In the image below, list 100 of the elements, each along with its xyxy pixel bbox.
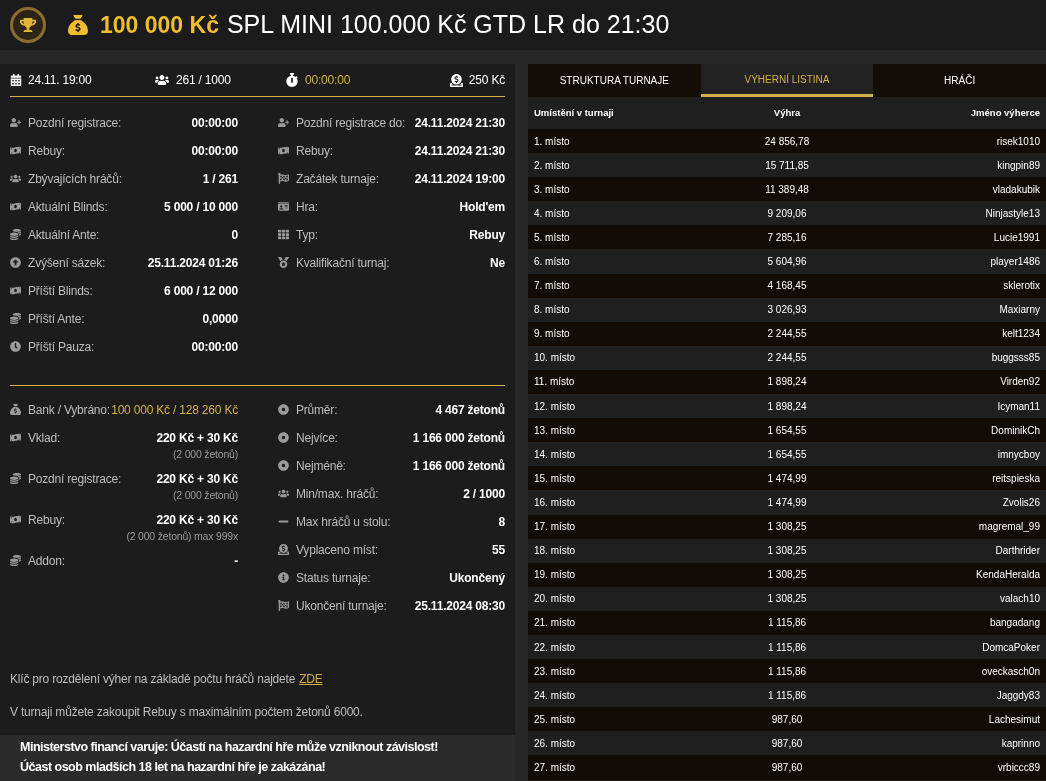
- player-count: 261 / 1000: [176, 72, 231, 89]
- table-cell-text: 1 898,24: [766, 399, 808, 414]
- detail-label: Min/max. hráčů:: [296, 486, 379, 503]
- table-cell-text: 1 898,24: [766, 375, 808, 390]
- table-cell-text: 1 654,55: [766, 423, 808, 438]
- table-cell-text: 987,60: [770, 761, 804, 775]
- column-header: Umístění v turnaji: [534, 105, 615, 120]
- table-cell-text: 1 115,86: [766, 688, 808, 703]
- table-cell-text: vladakubik: [991, 182, 1040, 197]
- table-cell-text: 24 856,78: [763, 134, 811, 149]
- users-icon: [10, 173, 21, 184]
- table-cell-text: 1 474,99: [766, 471, 808, 486]
- detail-value: 0: [231, 227, 238, 244]
- users-icon: [278, 488, 289, 499]
- table-cell-text: 16. místo: [534, 495, 577, 510]
- start-time: 24.11. 19:00: [28, 72, 92, 89]
- detail-value: 24.11.2024 21:30: [414, 115, 505, 132]
- detail-label: Průměr:: [296, 402, 338, 419]
- warning-text: Ministerstvo financí varuje: Účastí na hazardní hře může vzniknout závislost!: [20, 738, 439, 756]
- table-cell-text: imnycboy: [996, 447, 1040, 462]
- tab[interactable]: VÝHERNÍ LISTINA: [700, 64, 874, 97]
- users-icon: [155, 74, 169, 86]
- detail-value: Hold'em: [459, 199, 505, 216]
- table-cell-text: 9 209,06: [766, 206, 808, 221]
- table-cell-text: 23. místo: [534, 664, 577, 679]
- detail-label: Příští Pauza:: [28, 339, 95, 356]
- table-cell-text: 21. místo: [534, 616, 577, 631]
- tab[interactable]: STRUKTURA TURNAJE: [528, 64, 701, 97]
- buyin-amount: 250 Kč: [468, 72, 505, 89]
- chip-icon: [278, 460, 289, 471]
- user-plus-icon: [278, 117, 289, 128]
- table-cell-text: 14. místo: [534, 447, 577, 462]
- detail-label: Příští Ante:: [28, 311, 85, 328]
- table-cell-text: 7. místo: [534, 279, 571, 294]
- money-icon: [10, 514, 21, 525]
- table-cell-text: 4. místo: [534, 206, 571, 221]
- detail-value: 1 / 261: [202, 171, 238, 188]
- table-cell-text: buggsss85: [990, 351, 1040, 366]
- table-cell-text: 2. místo: [534, 158, 571, 173]
- detail-label: Addon:: [28, 553, 65, 570]
- table-cell-text: 1 654,55: [766, 447, 808, 462]
- detail-value: 2 / 1000: [463, 486, 505, 503]
- table-cell-text: 11 389,48: [764, 182, 810, 197]
- table-cell-text: 3. místo: [534, 182, 571, 197]
- flag-icon: [278, 173, 289, 184]
- detail-label: Nejvíce:: [296, 430, 338, 447]
- detail-label: Max hráčů u stolu:: [296, 514, 391, 531]
- coin-icon: [10, 313, 21, 324]
- detail-label: Rebuy:: [296, 143, 333, 160]
- detail-value: Ukončený: [449, 570, 505, 587]
- table-cell-text: 5. místo: [534, 230, 571, 245]
- user-plus-icon: [10, 117, 21, 128]
- table-cell-text: 1 115,86: [766, 616, 808, 631]
- detail-value: 1 166 000 žetonů: [412, 458, 505, 475]
- money-icon: [10, 285, 21, 296]
- detail-value: -: [234, 553, 238, 570]
- coin-icon: [10, 473, 21, 484]
- table-cell-text: 18. místo: [534, 544, 577, 559]
- table-cell-text: sklerotix: [1002, 279, 1040, 294]
- detail-label: Rebuy:: [28, 143, 65, 160]
- warning-text: Účast osob mladších 18 let na hazardní hře je zakázána!: [20, 758, 327, 776]
- table-cell-text: 1 115,86: [766, 664, 808, 679]
- calendar-icon: [10, 74, 22, 86]
- table-cell-text: oveckasch0n: [980, 664, 1040, 679]
- table-cell-text: 987,60: [770, 736, 804, 751]
- detail-value: 6 000 / 12 000: [164, 283, 238, 300]
- table-cell-text: 22. místo: [534, 640, 577, 655]
- here-link[interactable]: ZDE: [299, 670, 323, 688]
- column-header: Jméno výherce: [969, 105, 1040, 120]
- detail-value: 25.11.2024 08:30: [414, 598, 505, 615]
- table-cell-text: Jaggdy83: [995, 688, 1040, 703]
- tab[interactable]: HRÁČI: [873, 64, 1046, 97]
- table-cell-text: 20. místo: [534, 592, 577, 607]
- coin-icon: [10, 555, 21, 566]
- detail-value: Ne: [490, 255, 505, 272]
- medal-icon: [278, 257, 289, 268]
- table-cell-text: 19. místo: [534, 568, 577, 583]
- detail-label: Zvýšení sázek:: [28, 255, 106, 272]
- table-cell-text: kingpin89: [996, 158, 1040, 173]
- detail-value: 25.11.2024 01:26: [147, 255, 238, 272]
- detail-value: Rebuy: [469, 227, 505, 244]
- table-cell-text: Darthrider: [994, 544, 1040, 559]
- table-cell-text: 1. místo: [534, 134, 571, 149]
- table-cell-text: Ninjastyle13: [984, 206, 1040, 221]
- stopwatch-icon: [285, 73, 299, 87]
- table-cell-text: 11. místo: [534, 375, 576, 390]
- table-cell-text: 15 711,85: [764, 158, 810, 173]
- money-icon: [10, 432, 21, 443]
- table-cell-text: 12. místo: [534, 399, 577, 414]
- detail-value: 5 000 / 10 000: [164, 199, 238, 216]
- detail-value: 1 166 000 žetonů: [412, 430, 505, 447]
- detail-label: Příští Blinds:: [28, 283, 93, 300]
- detail-label: Ukončení turnaje:: [296, 598, 387, 615]
- grid-icon: [278, 229, 289, 240]
- detail-note: (2 000 žetonů) max 999x: [126, 529, 238, 544]
- table-cell-text: 1 308,25: [766, 544, 808, 559]
- detail-value: 00:00:00: [191, 339, 238, 356]
- detail-note: (2 000 žetonů): [173, 488, 238, 503]
- table-cell-text: vrbiccc89: [996, 761, 1040, 775]
- detail-label: Nejméně:: [296, 458, 346, 475]
